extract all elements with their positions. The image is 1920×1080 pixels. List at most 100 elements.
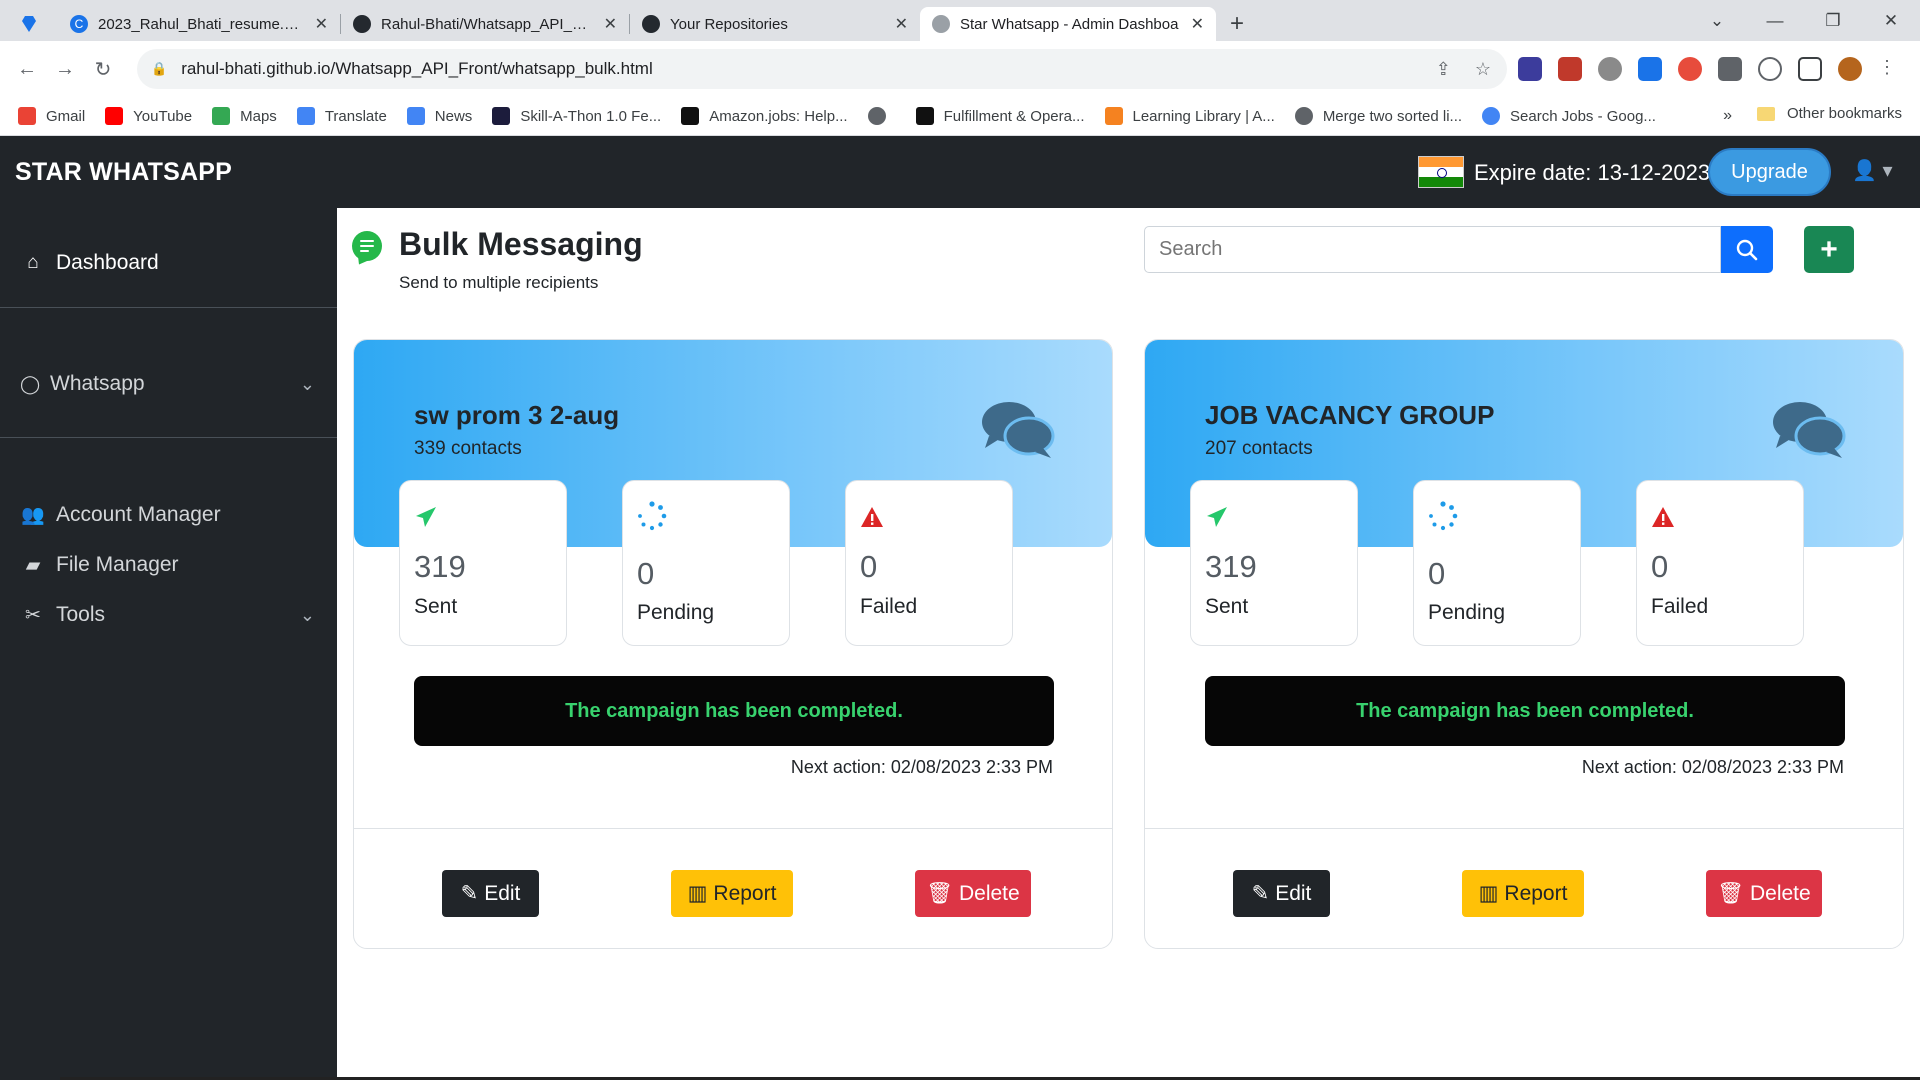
sidebar-item-file-manager[interactable]: ▰ File Manager [0, 540, 337, 590]
new-tab-button[interactable]: + [1216, 7, 1258, 41]
stat-sent: 319 Sent [399, 480, 567, 646]
news-icon [406, 107, 425, 125]
gmail-icon [18, 107, 36, 125]
tab-pinned[interactable] [0, 7, 58, 41]
chevron-down-icon: ⌄ [299, 373, 315, 394]
tab-github-repo[interactable]: Rahul-Bhati/Whatsapp_API_Front ✕ [341, 7, 629, 41]
translate-icon [296, 107, 315, 125]
bookmark-youtube[interactable]: YouTube [105, 107, 192, 125]
edit-icon: ✎ [1251, 882, 1270, 905]
upgrade-button[interactable]: Upgrade [1708, 148, 1831, 196]
tab-star-whatsapp[interactable]: Star Whatsapp - Admin Dashboa ✕ [920, 7, 1216, 41]
tab-resume-pdf[interactable]: C 2023_Rahul_Bhati_resume.pdf - P ✕ [58, 7, 340, 41]
maps-icon [212, 107, 231, 125]
pdf-icon: C [70, 15, 88, 33]
search-input[interactable] [1144, 226, 1721, 273]
url-text[interactable]: rahul-bhati.github.io/Whatsapp_API_Front… [181, 59, 653, 79]
bookmark-gmail[interactable]: Gmail [18, 107, 85, 125]
tools-icon: ✂ [25, 604, 41, 626]
pending-label: Pending [637, 601, 715, 624]
sidebar-item-account-manager[interactable]: 👥 Account Manager [0, 490, 337, 540]
minimize-button[interactable]: — [1746, 11, 1804, 31]
card-divider [1145, 828, 1903, 829]
bookmark-news[interactable]: News [406, 107, 472, 125]
other-bookmarks[interactable]: Other bookmarks [1756, 105, 1902, 122]
amazon-icon [681, 107, 700, 125]
folder-icon [1756, 106, 1775, 121]
report-button[interactable]: ▥ Report [1462, 870, 1584, 917]
campaign-card: JOB VACANCY GROUP 207 contacts 319 Sent … [1144, 339, 1904, 949]
tab-your-repositories[interactable]: Your Repositories ✕ [630, 7, 920, 41]
paper-plane-icon [1207, 507, 1227, 527]
search-icon [1736, 239, 1758, 260]
bookmark-merge-sorted[interactable]: Merge two sorted li... [1294, 107, 1462, 125]
extension-icon[interactable] [1558, 57, 1582, 81]
bookmark-search-jobs[interactable]: Search Jobs - Goog... [1482, 107, 1656, 125]
extension-icon[interactable] [1638, 57, 1662, 81]
stat-sent: 319 Sent [1190, 480, 1358, 646]
github-icon [353, 15, 371, 33]
forward-button[interactable]: → [46, 58, 84, 81]
reload-button[interactable]: ↻ [84, 57, 122, 82]
close-tab-icon[interactable]: ✕ [895, 14, 908, 34]
campaign-status-banner: The campaign has been completed. [1205, 676, 1845, 746]
sent-count: 319 [414, 549, 466, 584]
delete-button[interactable]: 🗑 Delete [1706, 870, 1822, 917]
sidebar: ⌂ Dashboard ◯ Whatsapp ⌄ 👥 Account Manag… [0, 208, 337, 1080]
add-campaign-button[interactable]: + [1804, 226, 1854, 273]
top-navbar: STAR WHATSAPP Expire date: 13-12-2023 Up… [0, 136, 1920, 208]
edit-button[interactable]: ✎ Edit [1233, 870, 1330, 917]
browser-tab-bar: C 2023_Rahul_Bhati_resume.pdf - P ✕ Rahu… [0, 0, 1920, 41]
lock-icon[interactable]: 🔒 [151, 61, 167, 77]
puzzle-icon[interactable] [1718, 57, 1742, 81]
failed-count: 0 [1651, 549, 1669, 584]
back-button[interactable]: ← [8, 58, 46, 81]
user-icon: 👤 [1852, 160, 1877, 182]
share-icon[interactable]: ⇪ [1436, 59, 1451, 80]
address-bar[interactable]: 🔒 rahul-bhati.github.io/Whatsapp_API_Fro… [137, 49, 1507, 89]
close-tab-icon[interactable]: ✕ [315, 14, 328, 34]
extension-icon[interactable] [1518, 57, 1542, 81]
bookmark-star-icon[interactable]: ☆ [1475, 59, 1491, 80]
tab-search-icon[interactable]: ⌄ [1688, 11, 1746, 31]
chart-icon: ▥ [687, 882, 708, 905]
edit-button[interactable]: ✎ Edit [442, 870, 539, 917]
sidebar-item-whatsapp[interactable]: ◯ Whatsapp ⌄ [0, 359, 337, 409]
extensions-area: ⋮ [1518, 57, 1896, 81]
sidebar-divider [0, 437, 337, 438]
sent-label: Sent [414, 595, 458, 618]
brand-logo[interactable]: STAR WHATSAPP [15, 158, 232, 187]
search-button[interactable] [1721, 226, 1773, 273]
address-toolbar: ← → ↻ 🔒 rahul-bhati.github.io/Whatsapp_A… [0, 41, 1920, 97]
stat-pending: 0 Pending [622, 480, 790, 646]
chrome-menu-icon[interactable]: ⋮ [1878, 57, 1896, 81]
whatsapp-icon: ◯ [20, 373, 41, 394]
extension-icon[interactable] [1678, 57, 1702, 81]
bookmark-translate[interactable]: Translate [296, 107, 387, 125]
sidebar-item-tools[interactable]: ✂ Tools ⌄ [0, 590, 337, 640]
bookmark-maps[interactable]: Maps [212, 107, 277, 125]
sent-count: 319 [1205, 549, 1257, 584]
bookmark-globe[interactable] [867, 107, 896, 125]
close-tab-icon[interactable]: ✕ [604, 14, 617, 34]
performance-icon[interactable] [1758, 57, 1782, 81]
close-tab-icon[interactable]: ✕ [1191, 14, 1204, 34]
bookmark-fulfillment[interactable]: Fulfillment & Opera... [915, 107, 1085, 125]
bookmark-learning-library[interactable]: Learning Library | A... [1104, 107, 1275, 125]
report-button[interactable]: ▥ Report [671, 870, 793, 917]
profile-avatar[interactable] [1838, 57, 1862, 81]
delete-button[interactable]: 🗑 Delete [915, 870, 1031, 917]
extension-icon[interactable] [1598, 57, 1622, 81]
user-menu[interactable]: 👤 ▾ [1852, 158, 1893, 183]
github-icon [642, 15, 660, 33]
maximize-button[interactable]: ❐ [1804, 11, 1862, 31]
stat-failed: 0 Failed [1636, 480, 1804, 646]
bookmark-amazon-jobs[interactable]: Amazon.jobs: Help... [681, 107, 848, 125]
bookmarks-overflow-button[interactable]: » [1723, 107, 1732, 125]
side-panel-icon[interactable] [1798, 57, 1822, 81]
hackerearth-icon [492, 107, 511, 125]
india-flag-icon [1418, 156, 1464, 188]
sidebar-item-dashboard[interactable]: ⌂ Dashboard [0, 238, 337, 288]
close-window-button[interactable]: ✕ [1862, 11, 1920, 31]
bookmark-skill-a-thon[interactable]: Skill-A-Thon 1.0 Fe... [492, 107, 661, 125]
